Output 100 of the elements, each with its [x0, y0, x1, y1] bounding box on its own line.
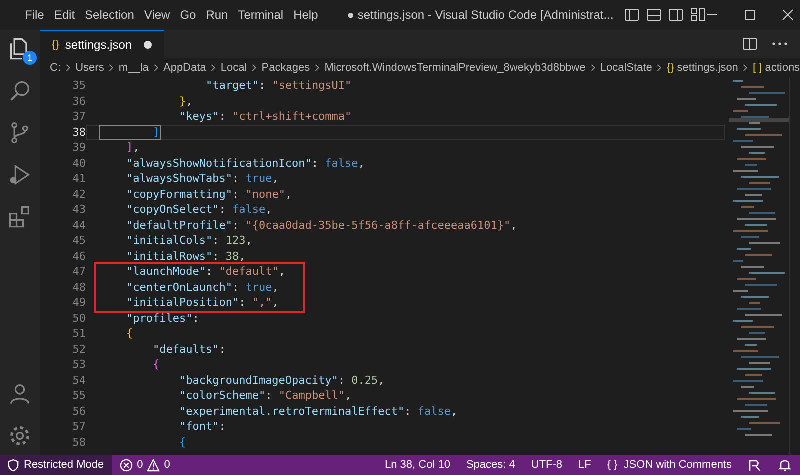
bracket: { — [178, 436, 186, 448]
punctuation: : — [232, 280, 240, 294]
string-value: "Campbell" — [278, 389, 346, 402]
restricted-mode-button[interactable]: Restricted Mode — [0, 455, 112, 475]
breadcrumb-item[interactable]: Local — [220, 62, 248, 74]
breadcrumb-item[interactable]: actions — [765, 62, 800, 74]
boolean-value: false — [418, 404, 452, 418]
menu-item[interactable]: Help — [288, 6, 324, 24]
bracket: { — [152, 358, 160, 371]
menu-item[interactable]: File — [20, 6, 50, 24]
line-number: 48 — [72, 280, 86, 295]
punctuation: : — [239, 296, 247, 309]
punctuation: : — [266, 389, 274, 402]
line-number: 57 — [72, 419, 86, 434]
line-number: 44 — [72, 218, 86, 233]
punctuation: : — [338, 374, 346, 386]
punctuation: , — [378, 374, 385, 386]
punctuation: : — [232, 218, 240, 232]
line-number: 35 — [72, 78, 86, 94]
indentation-setting[interactable]: Spaces: 4 — [458, 459, 524, 471]
string-value: "{0caa0dad-35be-5f56-a8ff-afceeeaa6101}" — [246, 218, 511, 232]
boolean-value: false — [232, 203, 266, 216]
bracket: ] — [125, 141, 134, 154]
json-key: "initialPosition" — [100, 296, 240, 309]
punctuation: : — [192, 312, 200, 324]
json-key: "initialCols" — [100, 234, 213, 247]
breadcrumb-item[interactable]: LocalState — [600, 62, 652, 74]
line-number: 43 — [72, 202, 86, 218]
json-key: "profiles" — [100, 312, 193, 324]
punctuation: , — [345, 389, 352, 402]
breadcrumb-item[interactable]: C: — [50, 62, 61, 74]
json-key: "copyOnSelect" — [100, 203, 220, 216]
line-number: 56 — [72, 404, 86, 419]
menu-item[interactable]: Run — [201, 6, 234, 24]
punctuation: , — [278, 265, 286, 278]
string-value: "settingsUI" — [272, 79, 352, 92]
punctuation: , — [186, 94, 193, 108]
json-key: "keys" — [100, 110, 220, 123]
breadcrumb-item[interactable]: Microsoft.WindowsTerminalPreview_8wekyb3d8bbwe — [324, 62, 586, 74]
breadcrumb-item[interactable]: m__la — [118, 62, 149, 74]
problems-button[interactable]: 0 0 — [112, 458, 178, 472]
json-key: "font" — [100, 420, 220, 433]
punctuation: : — [219, 342, 226, 356]
menu-item[interactable]: Terminal — [233, 6, 289, 24]
boolean-value: true — [246, 280, 272, 294]
json-key: "colorScheme" — [100, 389, 266, 402]
punctuation: , — [272, 280, 279, 294]
line-number: 55 — [72, 388, 86, 404]
line-number: 50 — [72, 310, 86, 326]
breadcrumb-item[interactable]: AppData — [163, 62, 206, 74]
bracket: { — [125, 327, 134, 340]
language-mode-button[interactable]: { } JSON with Comments — [599, 459, 740, 471]
line-number: 38 — [72, 124, 86, 140]
number-value: 0.25 — [352, 374, 378, 386]
punctuation: , — [451, 404, 458, 418]
string-value: "," — [252, 296, 272, 309]
menu-item[interactable]: Go — [175, 6, 202, 24]
matched-bracket: ] — [100, 126, 160, 138]
punctuation: , — [239, 250, 246, 262]
json-key: "launchMode" — [100, 265, 206, 278]
cursor-position[interactable]: Ln 38, Col 10 — [377, 459, 458, 471]
line-number: 51 — [72, 326, 86, 342]
string-value: "ctrl+shift+comma" — [232, 110, 352, 123]
line-number: 47 — [72, 264, 86, 280]
menu-item[interactable]: Selection — [80, 6, 140, 24]
menu-item[interactable]: Edit — [49, 6, 80, 24]
punctuation: : — [212, 250, 220, 262]
encoding-setting[interactable]: UTF-8 — [523, 459, 571, 471]
bracket: } — [178, 94, 186, 108]
breadcrumb-item[interactable]: settings.json — [677, 62, 738, 74]
punctuation: , — [272, 296, 279, 309]
punctuation: , — [358, 156, 365, 170]
breadcrumb-item[interactable]: Users — [76, 62, 104, 74]
punctuation: : — [312, 156, 320, 170]
breadcrumb-symbol-icon: [ ] — [753, 62, 762, 74]
json-key: "defaultProfile" — [100, 218, 232, 232]
punctuation: : — [219, 203, 227, 216]
line-number: 39 — [72, 140, 86, 156]
punctuation: , — [285, 188, 292, 200]
notification-badge: 1 — [23, 51, 37, 65]
line-number: 49 — [72, 295, 86, 310]
punctuation: : — [219, 110, 227, 123]
punctuation: , — [272, 172, 279, 185]
line-number: 58 — [72, 434, 86, 450]
string-value: "none" — [246, 188, 286, 200]
editor-tab[interactable]: {} settings.json — [40, 30, 164, 58]
number-value: 38 — [226, 250, 240, 262]
breadcrumb-item[interactable]: Packages — [262, 62, 310, 74]
breadcrumb-symbol-icon: {} — [666, 62, 674, 74]
string-value: "default" — [219, 265, 279, 278]
json-key: "backgroundImageOpacity" — [100, 374, 338, 386]
boolean-value: true — [246, 172, 272, 185]
punctuation: : — [232, 172, 240, 185]
json-key: "alwaysShowTabs" — [100, 172, 232, 185]
line-ending-setting[interactable]: LF — [570, 459, 600, 471]
line-number: 40 — [72, 156, 86, 171]
menu-item[interactable]: View — [139, 6, 176, 24]
line-number: 45 — [72, 233, 86, 248]
boolean-value: false — [325, 156, 358, 170]
punctuation: , — [510, 218, 518, 232]
